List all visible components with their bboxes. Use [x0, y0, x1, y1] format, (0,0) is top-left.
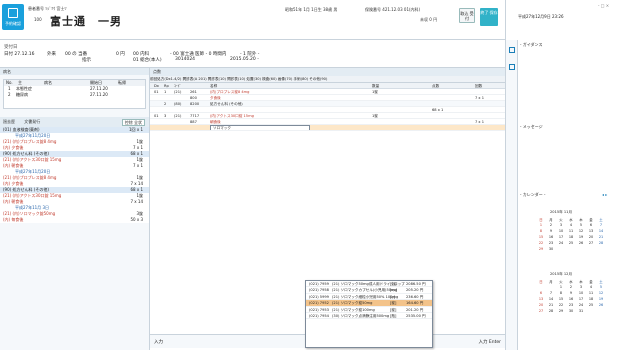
calendar-november: 日月火水木金土 1 2 3 4 5 6 7 8 9 10 11 12 13 14 15 16 17 18 19 20 21…: [536, 216, 606, 252]
calendar-december: 日月火水木金土 1 2 3 4 5 6 7 8 9 10 11 12 13 14 15 16 17 18 19 20 21…: [536, 278, 606, 314]
patient-number: 100: [34, 17, 42, 22]
input-label: 入力: [154, 340, 163, 345]
visit-type[interactable]: 外来: [47, 51, 56, 57]
intake-label: 取込 受付: [460, 11, 474, 21]
history-text: (90) 処方せん料 (その他): [3, 151, 49, 156]
order-grid: 01 1 (21) 261 (内)プロプレス錠8 4mg 1錠 800 夕食後 7 x 1 2 (8…: [150, 89, 505, 131]
history-text: 平成27年11月20日: [15, 169, 51, 174]
history-text: (21) (内)アクトス30口錠 15mg: [3, 157, 62, 162]
history-text: (01) 血液検査(薬剤): [3, 127, 40, 132]
right-toolbar: [506, 40, 518, 350]
option-price: 2535.00 円: [406, 313, 426, 318]
enter-button[interactable]: 入力 Enter: [478, 339, 501, 345]
insurance-info: 保険番号 421.12.03 01(内科): [365, 7, 421, 12]
option-unit: [瓶]: [390, 313, 397, 318]
history-item[interactable]: (内) 毎食後 50 x 3: [0, 217, 149, 223]
documents-tab[interactable]: 文書発行: [24, 119, 40, 124]
visit-label: 受付日: [4, 45, 18, 50]
diagnosis-panel-title: 病名: [0, 68, 149, 75]
calendar-day: [586, 308, 596, 314]
calendar-day[interactable]: 31: [576, 308, 586, 314]
history-text: 平成27年11月 3日: [15, 205, 49, 210]
history-text: 平成27年11月20日: [15, 133, 51, 138]
calendar-day: [586, 246, 596, 252]
intake-button[interactable]: 取込 受付: [459, 8, 475, 23]
calendar-day: [566, 246, 576, 252]
calendar-day[interactable]: 27: [536, 308, 546, 314]
patient-birth: 昭和51年 1月 1日生 38歳 男: [285, 7, 338, 12]
current-datetime: 平成27年12月9日 23:26: [518, 14, 564, 19]
left-panel: 病名 No. 主 病名 開始日 転帰 1 本態性症 27.11.20 2 糖尿病…: [0, 68, 150, 350]
option-code: (021) 7954: [309, 313, 329, 318]
calendar-day: [596, 308, 606, 314]
calendar-day: [596, 246, 606, 252]
window-controls[interactable]: - □ ×: [598, 3, 609, 8]
drug-search-input[interactable]: ソロマック: [210, 125, 310, 130]
history-text: (内) 朝食後: [3, 163, 24, 168]
finish-save-button[interactable]: 終了 保存: [480, 8, 498, 26]
calendar-month-2: 2015年 12月: [550, 272, 573, 276]
dx-name: 糖尿病: [16, 92, 28, 97]
dropdown-option[interactable]: (021) 7954 (30) ソロマック点滴静注用500mg [瓶] 2535.00…: [306, 313, 432, 320]
calendar-nav-icon[interactable]: ◂ ▸: [602, 192, 607, 197]
dx-start: 27.11.20: [90, 92, 108, 97]
visit-date[interactable]: 日付 27.12.16: [4, 51, 34, 57]
history-list: (01) 血液検査(薬剤) 1回 x 1 平成27年11月20日 (21) (内)プロ…: [0, 127, 149, 223]
patient-name: 富士通 一男: [50, 15, 122, 28]
message-title[interactable]: - メッセージ: [520, 124, 543, 130]
reservation-label: 予約確認: [5, 21, 21, 26]
right-panel: 平成27年12月9日 23:26 - □ × - ガイダンス - メッセージ -…: [505, 0, 617, 350]
calendar-day[interactable]: 28: [546, 308, 556, 314]
history-text: (21) (内)アクトス30口錠 15mg: [3, 193, 62, 198]
edit-icon[interactable]: [509, 47, 515, 53]
history-text: (内) 毎食後: [3, 217, 24, 222]
history-title: 過去歴: [3, 119, 15, 124]
history-text: (内) 夕食後: [3, 145, 24, 150]
calendar-day: [556, 246, 566, 252]
order-header: 点数: [150, 68, 505, 76]
order-tabs[interactable]: 前回処方(Dx1-4/2) 問診表(A 201) 問診表(10) 問診表(10)…: [150, 76, 505, 83]
reservation-button[interactable]: 予約確認: [2, 4, 24, 30]
copy-icon[interactable]: [509, 64, 515, 70]
valid-date: 2015.05.20 -: [230, 57, 259, 62]
calendar-day: [576, 246, 586, 252]
instruction-label: 指示: [82, 58, 91, 63]
history-filter-button[interactable]: 控除 全状: [121, 119, 145, 126]
history-text: (21) (内)ソロマック錠50mg: [3, 211, 56, 216]
finish-save-label: 終了 保存: [480, 10, 498, 15]
diagnosis-table: No. 主 病名 開始日 転帰 1 本態性症 27.11.20 2 糖尿病 27…: [3, 79, 146, 109]
history-text: (90) 処方せん料 (その他): [3, 187, 49, 192]
calendar-day[interactable]: 29: [536, 246, 546, 252]
patient-id: 患者番号 ｿｼﾞﾂｳ 宮士ﾂ: [28, 6, 67, 11]
calendar-title: - カレンダー -: [520, 192, 546, 197]
history-panel-title: 過去歴 文書発行 控除 全状: [0, 117, 149, 127]
guidance-title[interactable]: - ガイダンス: [520, 42, 542, 48]
calendar-day[interactable]: 30: [546, 246, 556, 252]
calendar-day[interactable]: 29: [556, 308, 566, 314]
insurance-field[interactable]: 01 総合(本人): [133, 57, 162, 63]
history-text: (内) 夕食後: [3, 181, 24, 186]
history-value: 50 x 3: [130, 217, 143, 222]
calendar-month-1: 2015年 11月: [550, 210, 573, 214]
insurance-code: 3014024: [175, 57, 196, 62]
calendar-day[interactable]: 30: [566, 308, 576, 314]
calendar-icon: [8, 8, 18, 18]
dx-no: 2: [8, 92, 11, 97]
diagnosis-row[interactable]: 2 糖尿病 27.11.20: [4, 92, 145, 98]
order-row[interactable]: ソロマック: [150, 125, 505, 131]
history-text: (21) (内)プロプレス錠8 4mg: [3, 139, 57, 144]
unpaid-info: 未収 0 円: [420, 17, 438, 22]
fee-field: 0 円: [116, 52, 125, 57]
option-name: (30) ソロマック点滴静注用500mg: [332, 313, 390, 318]
drug-suggestion-dropdown[interactable]: (021) 7959 (21) ソロマック50mg成人用ドライシロップ [包] 208…: [305, 280, 433, 348]
history-text: (内) 朝食後: [3, 199, 24, 204]
history-text: (21) (内)プロプレス錠8 4mg: [3, 175, 57, 180]
visit-info-bar: 受付日 日付 27.12.16 外来 00 の 当番 指示 0 円 00 内科 …: [0, 40, 505, 68]
